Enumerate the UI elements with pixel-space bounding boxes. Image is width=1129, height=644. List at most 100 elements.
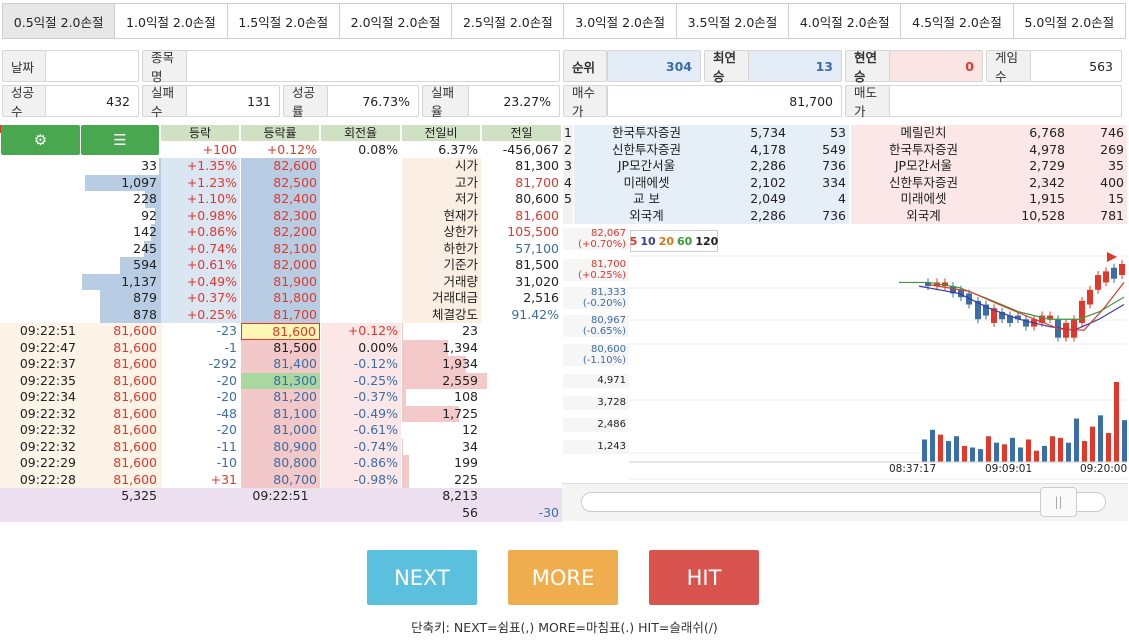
price-axis-pct: (-0.20%) xyxy=(582,298,626,309)
sell-broker: 교 보 xyxy=(574,191,719,208)
ma-60-label: 60 xyxy=(677,234,693,248)
sell-volume: 2,286 xyxy=(719,158,789,175)
trade-price: 81,600 xyxy=(113,339,157,355)
ask-price[interactable]: 82,400 xyxy=(241,191,320,208)
broker-row: 5교 보 2,049 4 미래에셋 1,915 15 xyxy=(563,191,1127,208)
ask-price[interactable]: 82,600 xyxy=(241,158,320,175)
buy-volume: 2,342 xyxy=(996,174,1068,191)
time-axis-label: 09:09:01 xyxy=(985,463,1033,475)
price-axis-label: 82,067 (+0.70%) xyxy=(563,228,629,250)
bid-price[interactable]: 80,900 xyxy=(241,438,320,455)
tab-4[interactable]: 2.0익절 2.0손절 xyxy=(340,4,453,38)
ask-price[interactable]: 82,500 xyxy=(241,174,320,191)
next-button[interactable]: NEXT xyxy=(367,550,477,605)
sell-volume: 2,049 xyxy=(719,191,789,208)
bid-price[interactable]: 81,000 xyxy=(241,422,320,439)
bid-volume: 225 xyxy=(454,471,478,487)
trade-volume: -1 xyxy=(224,339,237,355)
broker-rank: 5 xyxy=(563,191,573,208)
sell-broker: 한국투자증권 xyxy=(574,125,719,142)
bid-volume: 23 xyxy=(462,323,478,338)
price-chart xyxy=(629,230,1127,483)
last-b: -30 xyxy=(538,505,559,520)
sell-net: 549 xyxy=(789,141,849,158)
trade-time: 09:22:34 xyxy=(19,389,76,404)
rank-value: 304 xyxy=(607,50,701,82)
header-turnover: 회전율 xyxy=(321,125,401,141)
buy-net: 269 xyxy=(1068,141,1127,158)
price-axis-value: 81,700 xyxy=(591,259,626,270)
tab-3[interactable]: 1.5익절 2.0손절 xyxy=(228,4,340,38)
date-label: 날짜 xyxy=(2,50,46,82)
ask-price[interactable]: 82,300 xyxy=(241,207,320,224)
stat-label: 거래량 xyxy=(402,273,481,290)
tab-2[interactable]: 1.0익절 2.0손절 xyxy=(115,4,228,38)
bid-price[interactable]: 81,300 xyxy=(241,372,320,389)
stock-value xyxy=(186,50,560,82)
bid-price[interactable]: 81,200 xyxy=(241,389,320,406)
more-button[interactable]: MORE xyxy=(508,550,618,605)
bid-price[interactable]: 80,700 xyxy=(241,471,320,488)
price-axis-label: 80,600 (-1.10%) xyxy=(563,344,629,366)
sell-volume: 5,734 xyxy=(719,125,789,142)
time-slider-track[interactable] xyxy=(581,492,1106,512)
header-change-rate: 등락률 xyxy=(241,125,320,141)
tab-1[interactable]: 0.5익절 2.0손절 xyxy=(3,4,116,38)
header-value: +100 xyxy=(202,142,237,157)
ask-price[interactable]: 82,000 xyxy=(241,257,320,274)
time-slider-handle[interactable]: || xyxy=(1040,487,1077,517)
fail-label: 실패수 xyxy=(142,85,187,119)
ask-volume: 142 xyxy=(133,224,157,239)
trade-price: 81,600 xyxy=(113,356,157,371)
broker-rank: 3 xyxy=(563,158,573,175)
stat-label: 고가 xyxy=(402,174,481,191)
volume-bar xyxy=(1050,436,1055,462)
ask-price[interactable]: 82,100 xyxy=(241,240,320,257)
ask-price[interactable]: 81,700 xyxy=(241,306,320,323)
header-value: 6.37% xyxy=(438,142,478,157)
bid-rate: +0.12% xyxy=(321,323,401,340)
ask-rate: +1.35% xyxy=(161,158,240,175)
bid-price[interactable]: 80,800 xyxy=(241,455,320,472)
scroll-area: || xyxy=(562,483,1128,521)
tab-10[interactable]: 5.0익절 2.0손절 xyxy=(1014,4,1125,38)
tab-8[interactable]: 4.0익절 2.0손절 xyxy=(789,4,902,38)
volume-axis-label: 3,728 xyxy=(563,396,629,410)
ask-row: 878 +0.25% 81,700 체결강도 91.42% xyxy=(0,306,562,323)
bid-volume: 2,559 xyxy=(442,372,478,388)
volume-bar xyxy=(1058,437,1063,462)
tab-6[interactable]: 3.0익절 2.0손절 xyxy=(564,4,677,38)
bid-row: 09:22:28 81,600 +31 80,700 -0.98% 225 xyxy=(0,471,562,488)
ask-price[interactable]: 81,900 xyxy=(241,273,320,290)
ask-row: 594 +0.61% 82,000 기준가 81,500 xyxy=(0,257,562,274)
tab-5[interactable]: 2.5익절 2.0손절 xyxy=(452,4,565,38)
bid-price[interactable]: 81,100 xyxy=(241,405,320,422)
tab-7[interactable]: 3.5익절 2.0손절 xyxy=(677,4,790,38)
win-streak-label: 최연승 xyxy=(704,50,749,84)
bid-price[interactable]: 81,400 xyxy=(241,356,320,373)
volume-bar xyxy=(962,445,967,462)
price-axis-pct: (+0.25%) xyxy=(578,270,626,281)
volume-bar xyxy=(946,441,951,462)
ask-rate: +1.10% xyxy=(161,191,240,208)
trade-time: 09:22:29 xyxy=(19,455,76,470)
bid-rate: -0.12% xyxy=(321,356,401,373)
ask-row: 33 +1.35% 82,600 시가 81,300 xyxy=(0,158,562,175)
tab-9[interactable]: 4.5익절 2.0손절 xyxy=(901,4,1014,38)
hit-button[interactable]: HIT xyxy=(649,550,759,605)
volume-bar xyxy=(1034,450,1039,462)
ask-price[interactable]: 81,800 xyxy=(241,290,320,307)
sell-net: 736 xyxy=(789,158,849,175)
ask-volume: 879 xyxy=(133,290,157,305)
bid-price[interactable]: 81,500 xyxy=(241,339,320,356)
volume-bar xyxy=(978,449,983,462)
sell-volume: 2,102 xyxy=(719,174,789,191)
ask-price[interactable]: 82,200 xyxy=(241,224,320,241)
ma-120-label: 120 xyxy=(695,234,719,248)
bid-price[interactable]: 81,600 xyxy=(241,323,320,340)
volume-bar xyxy=(1098,415,1103,462)
header-values-row: +100 +0.12% 0.08% 6.37% -456,067 xyxy=(0,142,562,159)
trade-volume: -11 xyxy=(216,438,237,454)
ask-volume: 245 xyxy=(133,240,157,256)
buy-volume: 10,528 xyxy=(996,207,1068,224)
